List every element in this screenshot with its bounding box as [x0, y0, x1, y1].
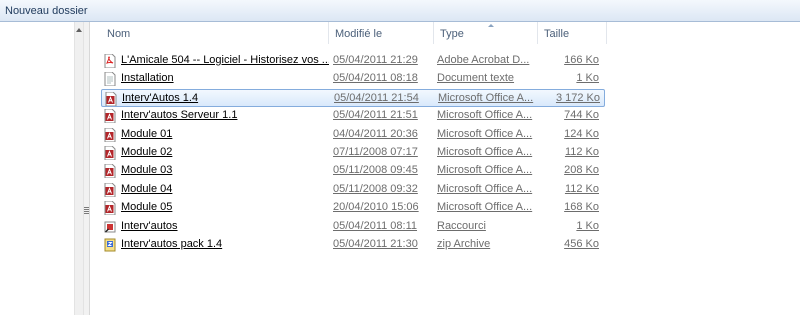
- file-modified-date: 05/11/2008 09:32: [333, 182, 418, 195]
- file-row[interactable]: Module 05 20/04/2010 15:06 Microsoft Offic…: [101, 199, 605, 217]
- file-row[interactable]: Interv'Autos 1.4 05/04/2011 21:54 Microsof…: [101, 88, 605, 107]
- file-row[interactable]: Interv'autos Serveur 1.1 05/04/2011 21:51…: [101, 107, 605, 125]
- column-header-row: Nom Modifié le Type Taille: [91, 22, 800, 44]
- file-row[interactable]: Interv'autos 05/04/2011 08:11 Raccourci 1 K…: [101, 218, 605, 236]
- pane-splitter[interactable]: [84, 22, 90, 315]
- file-size: 456 Ko: [564, 238, 599, 250]
- file-row[interactable]: Interv'autos pack 1.4 05/04/2011 21:30 zip…: [101, 236, 605, 254]
- file-name: Interv'autos: [121, 219, 178, 232]
- file-size: 744 Ko: [564, 109, 599, 122]
- column-header-name[interactable]: Nom: [101, 22, 329, 44]
- file-modified-date: 05/04/2011 08:11: [333, 219, 418, 232]
- file-type: Microsoft Office A...: [437, 164, 533, 177]
- file-row[interactable]: Installation 05/04/2011 08:18 Document tex…: [101, 70, 605, 88]
- file-type: Microsoft Office A...: [437, 146, 533, 158]
- file-type: zip Archive: [437, 238, 491, 250]
- command-bar: Nouveau dossier: [0, 0, 800, 22]
- file-name: Module 04: [121, 182, 173, 195]
- file-name: Interv'Autos 1.4: [122, 91, 199, 104]
- file-size: 112 Ko: [564, 182, 599, 195]
- access-file-icon: [104, 200, 116, 216]
- splitter-grip-icon[interactable]: [84, 207, 89, 215]
- text-file-icon: [104, 71, 116, 87]
- column-header-size[interactable]: Taille: [538, 22, 607, 44]
- zip-archive-icon: [104, 238, 116, 252]
- file-modified-date: 07/11/2008 07:17: [333, 146, 418, 158]
- file-size: 124 Ko: [564, 127, 599, 140]
- file-modified-date: 05/04/2011 21:29: [333, 54, 418, 66]
- file-size: 166 Ko: [564, 54, 599, 66]
- file-row[interactable]: Module 02 07/11/2008 07:17 Microsoft Offic…: [101, 144, 605, 162]
- file-type: Microsoft Office A...: [437, 127, 533, 140]
- column-header-name-label: Nom: [107, 28, 131, 40]
- navigation-pane[interactable]: [0, 22, 74, 315]
- file-size: 112 Ko: [564, 146, 599, 158]
- file-modified-date: 05/11/2008 09:45: [333, 164, 418, 177]
- file-modified-date: 05/04/2011 08:18: [333, 72, 418, 85]
- column-header-type[interactable]: Type: [434, 22, 538, 44]
- file-type: Microsoft Office A...: [437, 109, 533, 122]
- file-size: 1 Ko: [576, 72, 599, 85]
- access-file-icon: [104, 127, 116, 143]
- file-size: 1 Ko: [576, 219, 599, 232]
- pdf-icon: [104, 53, 116, 69]
- access-file-icon: [104, 182, 116, 198]
- file-type: Document texte: [437, 72, 515, 85]
- new-folder-button[interactable]: Nouveau dossier: [2, 3, 91, 19]
- navigation-scrollbar[interactable]: [74, 22, 84, 315]
- access-file-icon: [104, 108, 116, 124]
- access-file-icon: [104, 145, 116, 161]
- file-row[interactable]: Module 01 04/04/2011 20:36 Microsoft Offic…: [101, 126, 605, 144]
- file-modified-date: 05/04/2011 21:54: [334, 91, 419, 104]
- access-file-icon: [105, 91, 117, 107]
- file-modified-date: 05/04/2011 21:51: [333, 109, 418, 122]
- file-type: Raccourci: [437, 219, 486, 232]
- file-modified-date: 05/04/2011 21:30: [333, 238, 418, 250]
- file-name: Module 05: [121, 201, 173, 214]
- file-name: Module 03: [121, 164, 173, 177]
- shortcut-icon: [104, 220, 116, 234]
- column-header-modified-label: Modifié le: [335, 28, 383, 40]
- column-header-modified[interactable]: Modifié le: [329, 22, 434, 44]
- file-name: L'Amicale 504 -- Logiciel - Historisez v…: [121, 54, 329, 66]
- file-size: 168 Ko: [564, 201, 599, 214]
- file-name: Installation: [121, 72, 174, 85]
- access-file-icon: [104, 163, 116, 179]
- file-name: Module 01: [121, 127, 173, 140]
- scroll-up-arrow-icon[interactable]: [76, 28, 82, 32]
- file-name: Interv'autos Serveur 1.1: [121, 109, 238, 122]
- file-name: Module 02: [121, 146, 173, 158]
- file-size: 208 Ko: [564, 164, 599, 177]
- file-modified-date: 04/04/2011 20:36: [333, 127, 418, 140]
- file-type: Adobe Acrobat D...: [437, 54, 530, 66]
- file-type: Microsoft Office A...: [437, 201, 533, 214]
- file-modified-date: 20/04/2010 15:06: [333, 201, 419, 214]
- file-row[interactable]: L'Amicale 504 -- Logiciel - Historisez v…: [101, 52, 605, 70]
- file-type: Microsoft Office A...: [438, 91, 534, 104]
- file-type: Microsoft Office A...: [437, 182, 533, 195]
- column-header-type-label: Type: [440, 28, 464, 40]
- sort-ascending-icon: [488, 24, 494, 27]
- file-size: 3 172 Ko: [555, 91, 600, 104]
- file-name: Interv'autos pack 1.4: [121, 238, 223, 250]
- column-header-size-label: Taille: [544, 28, 570, 40]
- file-row[interactable]: Module 04 05/11/2008 09:32 Microsoft Offic…: [101, 181, 605, 199]
- file-row[interactable]: Module 03 05/11/2008 09:45 Microsoft Offic…: [101, 162, 605, 180]
